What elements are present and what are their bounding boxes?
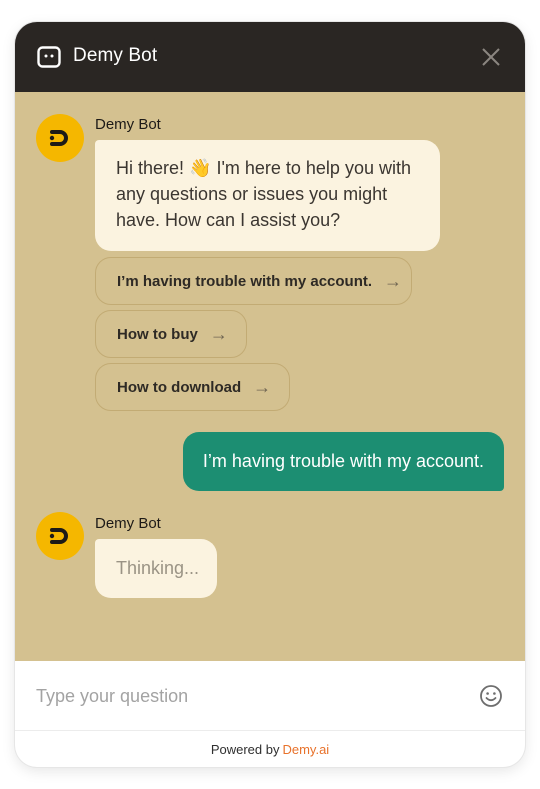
- bot-message-bubble: Hi there! 👋 I'm here to help you with an…: [95, 140, 440, 251]
- suggestion-chip-how-to-download[interactable]: How to download →: [95, 363, 290, 411]
- demy-logo-icon: [49, 528, 68, 544]
- bot-avatar: [36, 114, 84, 162]
- thinking-indicator: Thinking...: [95, 539, 217, 598]
- arrow-right-icon: →: [209, 323, 228, 344]
- powered-by-text: Powered by: [210, 741, 280, 757]
- chat-header: Demy Bot: [15, 22, 525, 92]
- robot-face-icon: [37, 46, 61, 68]
- close-icon[interactable]: [481, 47, 501, 67]
- arrow-right-icon: →: [253, 376, 272, 397]
- smiley-face-icon[interactable]: [479, 684, 503, 708]
- suggestion-label: I’m having trouble with my account.: [117, 272, 373, 290]
- bot-avatar: [36, 512, 84, 560]
- composer: [15, 661, 525, 731]
- user-message-bubble: I’m having trouble with my account.: [183, 432, 504, 491]
- question-input[interactable]: [36, 683, 456, 709]
- demy-logo-icon: [49, 130, 68, 146]
- sender-name: Demy Bot: [95, 116, 161, 133]
- suggestion-chip-account-trouble[interactable]: I’m having trouble with my account. →: [95, 257, 412, 305]
- suggestion-chip-how-to-buy[interactable]: How to buy →: [95, 310, 247, 358]
- message-list[interactable]: Demy Bot Hi there! 👋 I'm here to help yo…: [15, 92, 525, 661]
- sender-name: Demy Bot: [95, 515, 161, 532]
- powered-by-footer: Powered by Demy.ai: [15, 731, 525, 767]
- suggestion-label: How to buy: [117, 325, 198, 343]
- suggestion-label: How to download: [117, 378, 242, 396]
- arrow-right-icon: →: [384, 270, 403, 291]
- chat-widget: Demy Bot Demy Bot Hi there! 👋 I'm here t…: [15, 22, 525, 767]
- chat-title: Demy Bot: [73, 45, 158, 66]
- brand-link[interactable]: Demy.ai: [282, 742, 329, 757]
